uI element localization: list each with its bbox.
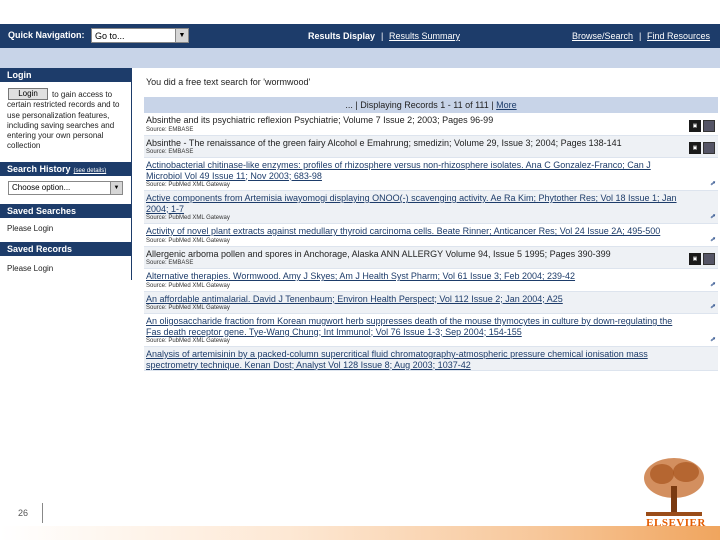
saved-searches-heading: Saved Searches — [0, 204, 132, 218]
pager: ... | Displaying Records 1 - 11 of 111 |… — [144, 97, 718, 113]
linkout-icon[interactable]: ⇗ — [710, 236, 715, 243]
result-record: Analysis of artemisinin by a packed-colu… — [144, 347, 718, 371]
result-source: Source: PubMed XML Gateway — [146, 338, 230, 344]
results-summary-link[interactable]: Results Summary — [389, 31, 460, 41]
result-actions: ▣ — [689, 142, 715, 154]
linkout-icon[interactable]: ⇗ — [710, 213, 715, 220]
search-query-text: You did a free text search for 'wormwood… — [146, 77, 311, 87]
result-actions: ⇗ — [710, 281, 715, 288]
result-source: Source: EMBASE — [146, 126, 194, 133]
fulltext-icon[interactable] — [703, 119, 715, 132]
page-number: 26 — [18, 508, 29, 518]
result-source: Source: PubMed XML Gateway — [146, 282, 230, 289]
nav-separator: | — [639, 31, 642, 41]
result-source: Source: EMBASE — [146, 260, 194, 266]
login-description: to gain access to certain restricted rec… — [7, 90, 120, 151]
linkout-icon[interactable]: ⇗ — [710, 180, 715, 187]
result-title-link[interactable]: An affordable antimalarial. David J Tene… — [144, 292, 718, 305]
result-title-link[interactable]: Alternative therapies. Wormwood. Amy J S… — [144, 269, 718, 282]
result-source: Source: PubMed XML Gateway — [146, 182, 230, 188]
linkout-icon[interactable]: ⇗ — [710, 281, 715, 288]
result-title-link[interactable]: Absinthe and its psychiatric reflexion P… — [144, 113, 718, 126]
saved-searches-login-link[interactable]: Please Login — [7, 224, 53, 234]
pdf-icon[interactable]: ▣ — [689, 119, 701, 132]
saved-records-heading-text: Saved Records — [7, 244, 73, 254]
pager-text: ... | Displaying Records 1 - 11 of 111 | — [345, 100, 494, 110]
pdf-icon[interactable]: ▣ — [689, 253, 701, 265]
goto-select-value: Go to... — [95, 31, 125, 41]
saved-searches-heading-text: Saved Searches — [7, 206, 77, 216]
saved-records-heading: Saved Records — [0, 242, 132, 256]
pager-more-link[interactable]: More — [496, 100, 517, 110]
chevron-down-icon: ▼ — [110, 182, 122, 194]
result-source: Source: PubMed XML Gateway — [146, 215, 230, 221]
result-record: Allergenic arboma pollen and spores in A… — [144, 246, 718, 269]
result-record: Absinthe - The renaissance of the green … — [144, 135, 718, 158]
saved-records-login-link[interactable]: Please Login — [7, 264, 53, 274]
result-record: Absinthe and its psychiatric reflexion P… — [144, 113, 718, 136]
result-title-link[interactable]: Analysis of artemisinin by a packed-colu… — [144, 347, 718, 370]
result-actions: ⇗ — [710, 213, 715, 220]
result-record: Actinobacterial chitinase-like enzymes: … — [144, 158, 718, 191]
result-record: Active components from Artemisia iwayomo… — [144, 191, 718, 224]
goto-select[interactable]: Go to... ▼ — [91, 28, 189, 43]
result-actions: ⇗ — [710, 180, 715, 187]
result-title-link[interactable]: Activity of novel plant extracts against… — [144, 224, 718, 237]
result-source: Source: PubMed XML Gateway — [146, 237, 230, 244]
linkout-icon[interactable]: ⇗ — [710, 336, 715, 343]
page-number-divider — [42, 503, 43, 523]
result-actions: ▣ — [689, 119, 715, 132]
fulltext-icon[interactable] — [703, 142, 715, 154]
nav-separator: | — [381, 31, 384, 41]
result-title-link[interactable]: An oligosaccharide fraction from Korean … — [144, 314, 718, 337]
results-display-label: Results Display — [308, 31, 376, 41]
result-actions: ⇗ — [710, 236, 715, 243]
result-title-link[interactable]: Active components from Artemisia iwayomo… — [144, 191, 718, 214]
result-actions: ⇗ — [710, 303, 715, 310]
result-source: Source: PubMed XML Gateway — [146, 305, 230, 311]
search-history-details-link[interactable]: (see details) — [74, 168, 107, 174]
search-history-heading: Search History (see details) — [0, 162, 132, 176]
quick-navigation-label: Quick Navigation: — [8, 30, 85, 40]
result-title-link[interactable]: Allergenic arboma pollen and spores in A… — [144, 247, 718, 260]
footer-gradient-bar — [0, 526, 720, 540]
result-record: Activity of novel plant extracts against… — [144, 224, 718, 247]
result-record: An oligosaccharide fraction from Korean … — [144, 314, 718, 347]
records-container: Absinthe and its psychiatric reflexion P… — [144, 113, 718, 371]
sidebar: Login Login to gain access to certain re… — [0, 68, 132, 280]
search-history-select-value: Choose option... — [12, 183, 71, 192]
search-history-heading-text: Search History — [7, 164, 71, 174]
login-heading-text: Login — [7, 70, 32, 80]
login-heading: Login — [0, 68, 132, 82]
elsevier-logo-text: ELSEVIER — [646, 517, 706, 529]
sidebar-divider — [131, 68, 132, 280]
result-actions: ⇗ — [710, 336, 715, 343]
result-actions: ▣ — [689, 253, 715, 265]
results-list: ... | Displaying Records 1 - 11 of 111 |… — [144, 97, 718, 371]
pdf-icon[interactable]: ▣ — [689, 142, 701, 154]
browse-search-link[interactable]: Browse/Search — [572, 31, 633, 41]
result-title-link[interactable]: Actinobacterial chitinase-like enzymes: … — [144, 158, 718, 181]
find-resources-link[interactable]: Find Resources — [647, 31, 710, 41]
top-navigation-bar: Quick Navigation: Go to... ▼ Results Dis… — [0, 24, 720, 48]
result-record: An affordable antimalarial. David J Tene… — [144, 291, 718, 314]
linkout-icon[interactable]: ⇗ — [710, 303, 715, 310]
result-source: Source: EMBASE — [146, 149, 194, 155]
fulltext-icon[interactable] — [703, 253, 715, 265]
chevron-down-icon: ▼ — [175, 29, 188, 42]
header-band — [0, 48, 720, 68]
search-history-select[interactable]: Choose option... ▼ — [8, 181, 123, 195]
result-record: Alternative therapies. Wormwood. Amy J S… — [144, 269, 718, 292]
result-title-link[interactable]: Absinthe - The renaissance of the green … — [144, 136, 718, 149]
